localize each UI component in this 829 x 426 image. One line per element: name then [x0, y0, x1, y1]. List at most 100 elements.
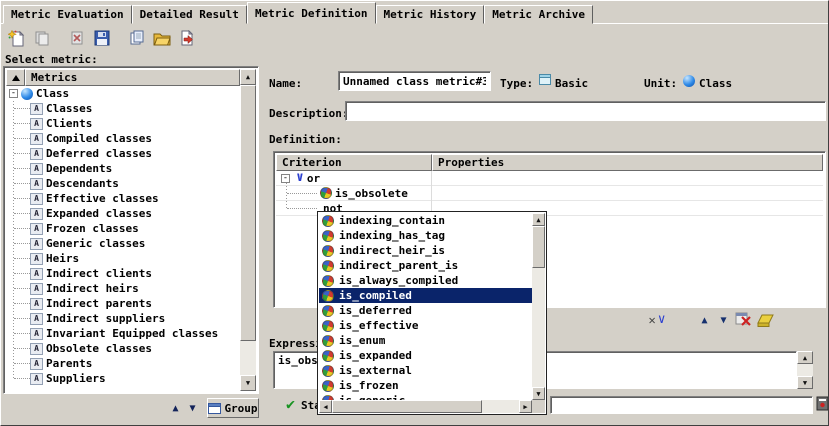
tree-item[interactable]: A Obsolete classes — [6, 341, 240, 356]
tree-item[interactable]: A Indirect parents — [6, 296, 240, 311]
column-header-properties[interactable]: Properties — [432, 154, 823, 171]
tab-metric-archive[interactable]: Metric Archive — [484, 5, 593, 24]
criterion-option[interactable]: is_frozen — [319, 378, 532, 393]
dropdown-horizontal-scrollbar[interactable]: ◀ ▶ — [319, 400, 532, 413]
tree-item[interactable]: A Indirect heirs — [6, 281, 240, 296]
criterion-option[interactable]: is_enum — [319, 333, 532, 348]
tree-item[interactable]: A Invariant Equipped classes — [6, 326, 240, 341]
tree-item[interactable]: A Frozen classes — [6, 221, 240, 236]
tree-item-label: Compiled classes — [43, 132, 152, 145]
import-metrics-button[interactable] — [124, 27, 149, 49]
name-input[interactable] — [338, 71, 491, 91]
description-input[interactable] — [345, 101, 826, 121]
comment-button[interactable] — [815, 395, 829, 413]
tree-root-label: Class — [33, 87, 69, 100]
dropdown-vertical-scrollbar[interactable]: ▲ ▼ — [532, 213, 545, 400]
sort-button[interactable] — [6, 69, 25, 86]
scroll-left-icon[interactable]: ◀ — [319, 400, 332, 413]
criterion-icon — [322, 335, 334, 347]
criterion-option[interactable]: indirect_parent_is — [319, 258, 532, 273]
criterion-option-label: indexing_has_tag — [334, 229, 445, 242]
move-criterion-down-button[interactable]: ▼ — [715, 311, 732, 329]
tree-connector — [14, 153, 30, 154]
tree-item[interactable]: A Indirect suppliers — [6, 311, 240, 326]
criterion-option-label: is_frozen — [334, 379, 399, 392]
change-operator-button[interactable]: ✕ ∨ — [641, 311, 673, 329]
tree-item[interactable]: A Suppliers — [6, 371, 240, 386]
scroll-down-icon[interactable]: ▼ — [532, 387, 545, 400]
open-metrics-button[interactable] — [149, 27, 174, 49]
criterion-option[interactable]: is_compiled — [319, 288, 532, 303]
tab-detailed-result[interactable]: Detailed Result — [132, 5, 247, 24]
scrollbar-corner — [532, 400, 545, 413]
tree-item[interactable]: A Parents — [6, 356, 240, 371]
tree-item[interactable]: A Effective classes — [6, 191, 240, 206]
move-metric-up-button[interactable]: ▲ — [167, 400, 184, 417]
remove-criterion-button[interactable] — [734, 310, 753, 328]
class-metric-icon: A — [30, 238, 43, 250]
scroll-up-icon[interactable]: ▲ — [532, 213, 545, 226]
tab-metric-history[interactable]: Metric History — [376, 5, 485, 24]
status-input[interactable] — [550, 396, 813, 414]
tree-item[interactable]: A Clients — [6, 116, 240, 131]
collapse-icon[interactable]: - — [9, 89, 18, 98]
move-metric-down-button[interactable]: ▼ — [184, 400, 201, 417]
definition-row-or[interactable]: - ∨ or — [276, 171, 823, 186]
criterion-option-label: is_external — [334, 364, 412, 377]
tree-item[interactable]: A Classes — [6, 101, 240, 116]
criterion-option[interactable]: indexing_contain — [319, 213, 532, 228]
tree-item[interactable]: A Deferred classes — [6, 146, 240, 161]
tree-item-class[interactable]: - Class — [6, 86, 240, 101]
criterion-option[interactable]: is_deferred — [319, 303, 532, 318]
tree-scrollbar[interactable]: ▲ ▼ — [240, 69, 256, 391]
scroll-up-icon[interactable]: ▲ — [797, 351, 813, 364]
scroll-down-icon[interactable]: ▼ — [240, 375, 256, 391]
criterion-option[interactable]: is_always_compiled — [319, 273, 532, 288]
column-header-criterion[interactable]: Criterion — [276, 154, 432, 171]
criterion-option[interactable]: is_external — [319, 363, 532, 378]
scroll-thumb[interactable] — [332, 400, 482, 413]
scroll-down-icon[interactable]: ▼ — [797, 376, 813, 389]
copy-metric-button[interactable] — [29, 27, 54, 49]
tree-item[interactable]: A Indirect clients — [6, 266, 240, 281]
collapse-icon[interactable]: - — [281, 174, 290, 183]
scroll-up-icon[interactable]: ▲ — [240, 69, 256, 85]
tab-metric-evaluation[interactable]: Metric Evaluation — [3, 5, 132, 24]
criterion-dropdown-list: indexing_contain indexing_has_tag indire… — [319, 213, 532, 400]
clear-definition-button[interactable] — [755, 312, 776, 330]
save-metric-button[interactable] — [89, 27, 114, 49]
definition-row-criterion[interactable]: is_obsolete — [276, 186, 823, 201]
new-metric-icon — [8, 30, 25, 47]
export-icon — [179, 30, 195, 46]
criterion-option[interactable]: indirect_heir_is — [319, 243, 532, 258]
scroll-thumb[interactable] — [532, 226, 545, 268]
metrics-column-header[interactable]: Metrics — [25, 69, 240, 86]
tree-item[interactable]: A Descendants — [6, 176, 240, 191]
expression-scrollbar[interactable]: ▲ ▼ — [797, 351, 813, 389]
tree-item[interactable]: A Dependents — [6, 161, 240, 176]
export-metrics-button[interactable] — [174, 27, 199, 49]
move-criterion-up-button[interactable]: ▲ — [696, 311, 713, 329]
remove-metric-button[interactable] — [64, 27, 89, 49]
new-metric-button[interactable] — [4, 27, 29, 49]
unit-value: Class — [699, 77, 732, 90]
unit-label: Unit: — [644, 77, 677, 90]
scroll-right-icon[interactable]: ▶ — [519, 400, 532, 413]
copy-icon — [34, 30, 50, 46]
tab-metric-definition[interactable]: Metric Definition — [247, 2, 376, 24]
criterion-dropdown: indexing_contain indexing_has_tag indire… — [317, 211, 547, 415]
criterion-icon — [320, 187, 332, 199]
tree-item[interactable]: A Generic classes — [6, 236, 240, 251]
criterion-option[interactable]: is_generic — [319, 393, 532, 400]
class-metric-icon: A — [30, 283, 43, 295]
tree-connector — [14, 303, 30, 304]
criterion-option-label: is_enum — [334, 334, 385, 347]
scroll-thumb[interactable] — [240, 85, 256, 341]
group-button[interactable]: Group — [207, 398, 259, 418]
tree-item[interactable]: A Heirs — [6, 251, 240, 266]
tree-item[interactable]: A Expanded classes — [6, 206, 240, 221]
criterion-option[interactable]: is_expanded — [319, 348, 532, 363]
criterion-option[interactable]: is_effective — [319, 318, 532, 333]
tree-item[interactable]: A Compiled classes — [6, 131, 240, 146]
criterion-option[interactable]: indexing_has_tag — [319, 228, 532, 243]
